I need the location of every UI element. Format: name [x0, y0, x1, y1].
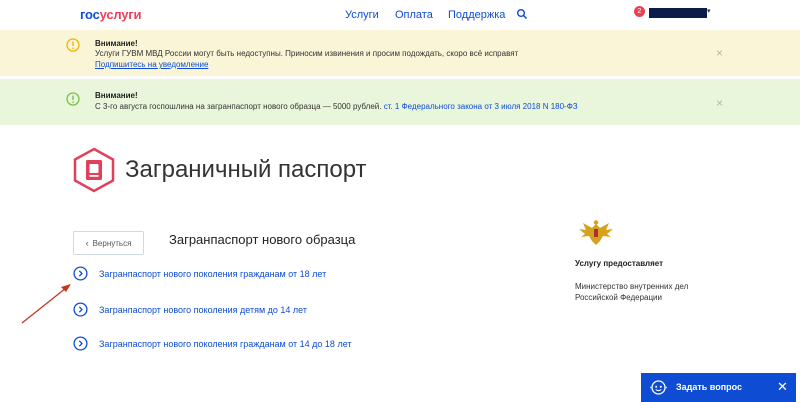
alert-title: Внимание!	[95, 39, 138, 48]
user-name-redacted[interactable]	[649, 8, 707, 18]
nav-support[interactable]: Поддержка	[448, 9, 505, 21]
page-title: Заграничный паспорт	[125, 156, 367, 183]
chat-bot-icon	[650, 380, 667, 395]
provider-org-line1: Министерство внутренних дел	[575, 282, 689, 291]
user-menu-caret-icon[interactable]: ▾	[707, 7, 711, 15]
subscribe-link[interactable]: Подпишитесь на уведомление	[95, 60, 208, 69]
alert-title: Внимание!	[95, 91, 138, 100]
warning-info-icon	[66, 38, 80, 52]
law-link[interactable]: ст. 1 Федерального закона от 3 июля 2018…	[384, 102, 578, 111]
provider-org-line2: Российской Федерации	[575, 293, 662, 302]
alert-warning: Внимание! Услуги ГУВМ МВД России могут б…	[0, 30, 800, 76]
close-icon[interactable]: ✕	[777, 379, 788, 395]
provider-org: Министерство внутренних дел Российской Ф…	[575, 281, 705, 303]
alert-text-line: С 3-го августа госпошлина на загранпаспо…	[95, 102, 578, 111]
close-icon[interactable]: ×	[716, 46, 723, 60]
alert-text: С 3-го августа госпошлина на загранпаспо…	[95, 102, 382, 111]
nav-payment[interactable]: Оплата	[395, 9, 433, 21]
gosuslugi-logo[interactable]: госуслуги	[80, 7, 142, 22]
close-icon[interactable]: ×	[716, 96, 723, 110]
chevron-circle-icon	[73, 266, 88, 281]
service-item-child[interactable]: Загранпаспорт нового поколения детям до …	[73, 302, 307, 317]
section-title: Загранпаспорт нового образца	[169, 232, 356, 247]
back-button-label: Вернуться	[92, 238, 132, 248]
notification-badge[interactable]: 2	[634, 6, 645, 17]
service-link[interactable]: Загранпаспорт нового поколения гражданам…	[99, 269, 326, 279]
service-item-teen[interactable]: Загранпаспорт нового поколения гражданам…	[73, 336, 352, 351]
provider-title: Услугу предоставляет	[575, 259, 664, 268]
eagle-emblem-icon	[579, 220, 613, 245]
service-link[interactable]: Загранпаспорт нового поколения детям до …	[99, 305, 307, 315]
passport-icon	[73, 147, 115, 193]
back-button[interactable]: ‹ Вернуться	[73, 231, 144, 255]
nav-services[interactable]: Услуги	[345, 9, 379, 21]
top-header: госуслуги Услуги Оплата Поддержка 2 ▾	[0, 0, 800, 29]
alert-text: Услуги ГУВМ МВД России могут быть недост…	[95, 49, 519, 58]
ask-question-label: Задать вопрос	[676, 382, 743, 392]
chevron-circle-icon	[73, 302, 88, 317]
chevron-left-icon: ‹	[85, 238, 89, 248]
service-link[interactable]: Загранпаспорт нового поколения гражданам…	[99, 339, 352, 349]
chevron-circle-icon	[73, 336, 88, 351]
search-icon[interactable]	[516, 8, 528, 20]
success-info-icon	[66, 92, 80, 106]
logo-part-gos: гос	[80, 7, 100, 22]
alert-info: Внимание! С 3-го августа госпошлина на з…	[0, 79, 800, 125]
ask-question-widget[interactable]: Задать вопрос ✕	[641, 373, 796, 402]
service-item-adult[interactable]: Загранпаспорт нового поколения гражданам…	[73, 266, 326, 281]
logo-part-uslugi: услуги	[99, 7, 142, 22]
